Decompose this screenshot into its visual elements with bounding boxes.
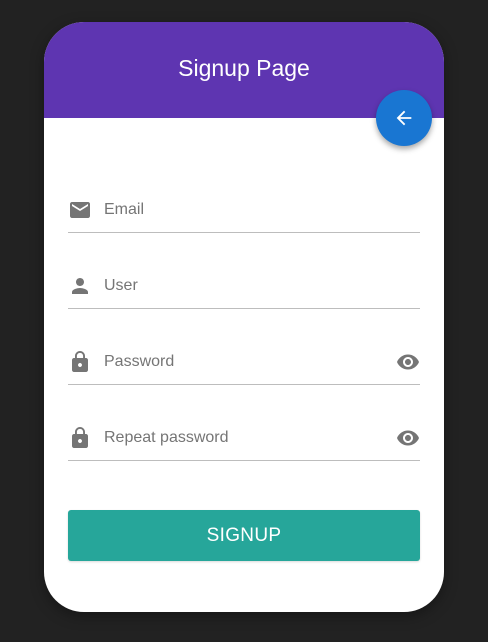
repeat-password-field (68, 416, 420, 461)
lock-icon (68, 350, 92, 374)
lock-icon (68, 426, 92, 450)
email-icon (68, 198, 92, 222)
repeat-password-input[interactable] (104, 426, 396, 450)
user-input[interactable] (104, 274, 420, 298)
eye-icon[interactable] (396, 426, 420, 450)
password-field (68, 340, 420, 385)
person-icon (68, 274, 92, 298)
eye-icon[interactable] (396, 350, 420, 374)
back-button[interactable] (376, 90, 432, 146)
email-input[interactable] (104, 198, 420, 222)
password-input[interactable] (104, 350, 396, 374)
email-field (68, 188, 420, 233)
signup-card: Signup Page Email User SIGNUP (44, 22, 444, 612)
user-field (68, 264, 420, 309)
arrow-left-icon (396, 110, 412, 126)
signup-button[interactable]: SIGNUP (68, 510, 420, 561)
page-title: Signup Page (178, 54, 310, 81)
